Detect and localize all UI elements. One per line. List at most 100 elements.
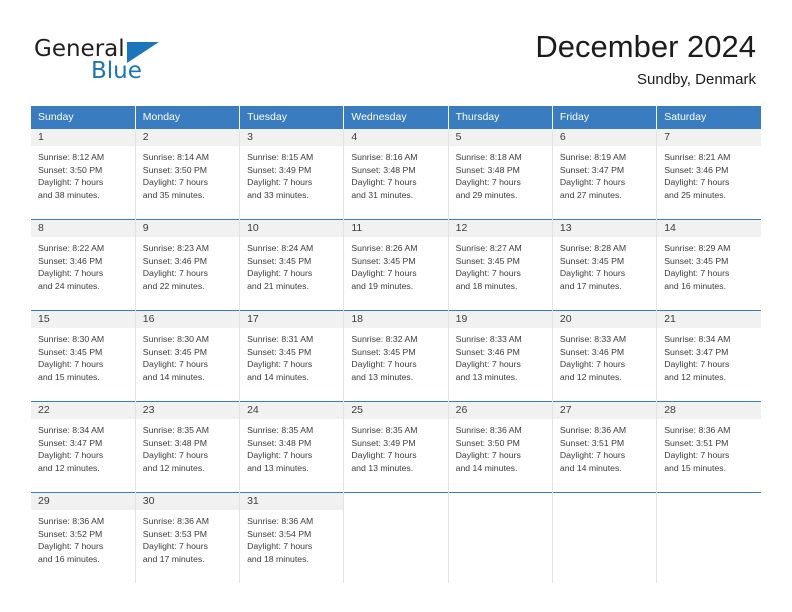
day-cell-empty xyxy=(656,492,761,583)
day-details: Sunrise: 8:36 AM Sunset: 3:54 PM Dayligh… xyxy=(240,510,343,565)
day-details: Sunrise: 8:35 AM Sunset: 3:48 PM Dayligh… xyxy=(136,419,239,474)
daylight-text-1: Daylight: 7 hours xyxy=(38,359,104,370)
day-cell[interactable]: 27 Sunrise: 8:36 AM Sunset: 3:51 PM Dayl… xyxy=(552,401,658,493)
day-cell[interactable]: 20 Sunrise: 8:33 AM Sunset: 3:46 PM Dayl… xyxy=(552,310,658,402)
sunrise-text: Sunrise: 8:34 AM xyxy=(38,425,105,435)
day-cell[interactable]: 28 Sunrise: 8:36 AM Sunset: 3:51 PM Dayl… xyxy=(656,401,761,493)
day-details: Sunrise: 8:34 AM Sunset: 3:47 PM Dayligh… xyxy=(657,328,761,383)
day-cell[interactable]: 31 Sunrise: 8:36 AM Sunset: 3:54 PM Dayl… xyxy=(239,492,345,583)
day-cell[interactable]: 24 Sunrise: 8:35 AM Sunset: 3:48 PM Dayl… xyxy=(239,401,345,493)
sunrise-text: Sunrise: 8:36 AM xyxy=(664,425,731,435)
day-number: 17 xyxy=(240,311,344,328)
day-cell[interactable]: 15 Sunrise: 8:30 AM Sunset: 3:45 PM Dayl… xyxy=(31,310,136,402)
calendar-body: 1 Sunrise: 8:12 AM Sunset: 3:50 PM Dayli… xyxy=(31,128,761,583)
sunset-text: Sunset: 3:45 PM xyxy=(38,346,103,357)
day-number: 7 xyxy=(657,129,761,146)
day-number: 26 xyxy=(448,402,552,419)
day-cell[interactable]: 8 Sunrise: 8:22 AM Sunset: 3:46 PM Dayli… xyxy=(31,219,136,311)
day-number: 19 xyxy=(448,311,552,328)
day-details: Sunrise: 8:19 AM Sunset: 3:47 PM Dayligh… xyxy=(553,146,656,201)
daylight-text-2: and 22 minutes. xyxy=(142,280,205,291)
day-details: Sunrise: 8:15 AM Sunset: 3:49 PM Dayligh… xyxy=(240,146,343,201)
day-cell[interactable]: 18 Sunrise: 8:32 AM Sunset: 3:45 PM Dayl… xyxy=(343,310,449,402)
day-details: Sunrise: 8:23 AM Sunset: 3:46 PM Dayligh… xyxy=(136,237,239,292)
daylight-text-1: Daylight: 7 hours xyxy=(351,177,417,188)
day-details: Sunrise: 8:34 AM Sunset: 3:47 PM Dayligh… xyxy=(31,419,135,474)
sunset-text: Sunset: 3:46 PM xyxy=(455,346,520,357)
day-number: 10 xyxy=(240,220,344,237)
week-row: 8 Sunrise: 8:22 AM Sunset: 3:46 PM Dayli… xyxy=(31,219,761,311)
day-cell[interactable]: 23 Sunrise: 8:35 AM Sunset: 3:48 PM Dayl… xyxy=(135,401,241,493)
sunset-text: Sunset: 3:46 PM xyxy=(559,346,625,357)
sunrise-text: Sunrise: 8:35 AM xyxy=(351,425,418,435)
weekday-header-thursday: Thursday xyxy=(448,106,553,129)
sunrise-text: Sunrise: 8:35 AM xyxy=(247,425,314,435)
day-cell[interactable]: 7 Sunrise: 8:21 AM Sunset: 3:46 PM Dayli… xyxy=(656,128,761,220)
day-cell[interactable]: 12 Sunrise: 8:27 AM Sunset: 3:45 PM Dayl… xyxy=(448,219,553,311)
day-cell[interactable]: 5 Sunrise: 8:18 AM Sunset: 3:48 PM Dayli… xyxy=(448,128,553,220)
sunrise-text: Sunrise: 8:32 AM xyxy=(351,334,418,344)
sunset-text: Sunset: 3:51 PM xyxy=(664,437,729,448)
daylight-text-2: and 14 minutes. xyxy=(142,371,205,382)
sunset-text: Sunset: 3:48 PM xyxy=(247,437,312,448)
daylight-text-1: Daylight: 7 hours xyxy=(247,268,313,279)
day-cell[interactable]: 30 Sunrise: 8:36 AM Sunset: 3:53 PM Dayl… xyxy=(135,492,241,583)
day-cell[interactable]: 1 Sunrise: 8:12 AM Sunset: 3:50 PM Dayli… xyxy=(31,128,136,220)
day-details: Sunrise: 8:32 AM Sunset: 3:45 PM Dayligh… xyxy=(344,328,447,383)
day-cell[interactable]: 4 Sunrise: 8:16 AM Sunset: 3:48 PM Dayli… xyxy=(343,128,449,220)
sunset-text: Sunset: 3:45 PM xyxy=(351,255,416,266)
sunrise-text: Sunrise: 8:36 AM xyxy=(38,516,105,526)
day-cell[interactable]: 3 Sunrise: 8:15 AM Sunset: 3:49 PM Dayli… xyxy=(239,128,345,220)
daylight-text-2: and 18 minutes. xyxy=(455,280,518,291)
day-number: 2 xyxy=(135,129,240,146)
day-cell[interactable]: 17 Sunrise: 8:31 AM Sunset: 3:45 PM Dayl… xyxy=(239,310,345,402)
sunset-text: Sunset: 3:46 PM xyxy=(664,164,729,175)
day-details: Sunrise: 8:12 AM Sunset: 3:50 PM Dayligh… xyxy=(31,146,135,201)
day-cell[interactable]: 10 Sunrise: 8:24 AM Sunset: 3:45 PM Dayl… xyxy=(239,219,345,311)
day-cell[interactable]: 21 Sunrise: 8:34 AM Sunset: 3:47 PM Dayl… xyxy=(656,310,761,402)
day-cell[interactable]: 22 Sunrise: 8:34 AM Sunset: 3:47 PM Dayl… xyxy=(31,401,136,493)
day-cell[interactable]: 29 Sunrise: 8:36 AM Sunset: 3:52 PM Dayl… xyxy=(31,492,136,583)
calendar-table: Sunday Monday Tuesday Wednesday Thursday… xyxy=(31,106,761,583)
day-number: 28 xyxy=(657,402,761,419)
day-cell[interactable]: 16 Sunrise: 8:30 AM Sunset: 3:45 PM Dayl… xyxy=(135,310,241,402)
sunrise-text: Sunrise: 8:28 AM xyxy=(559,243,627,253)
day-number: 20 xyxy=(552,311,657,328)
day-cell[interactable]: 6 Sunrise: 8:19 AM Sunset: 3:47 PM Dayli… xyxy=(552,128,658,220)
day-number: 25 xyxy=(344,402,448,419)
day-cell[interactable]: 19 Sunrise: 8:33 AM Sunset: 3:46 PM Dayl… xyxy=(448,310,553,402)
day-number: 9 xyxy=(135,220,240,237)
daylight-text-2: and 17 minutes. xyxy=(142,553,205,564)
sunset-text: Sunset: 3:46 PM xyxy=(142,255,208,266)
brand-logo[interactable]: General Blue xyxy=(34,36,204,86)
day-number: 27 xyxy=(552,402,657,419)
day-cell[interactable]: 2 Sunrise: 8:14 AM Sunset: 3:50 PM Dayli… xyxy=(135,128,241,220)
day-cell[interactable]: 11 Sunrise: 8:26 AM Sunset: 3:45 PM Dayl… xyxy=(343,219,449,311)
day-number: 22 xyxy=(31,402,135,419)
daylight-text-1: Daylight: 7 hours xyxy=(142,268,208,279)
day-cell[interactable]: 25 Sunrise: 8:35 AM Sunset: 3:49 PM Dayl… xyxy=(343,401,449,493)
daylight-text-2: and 15 minutes. xyxy=(38,371,100,382)
daylight-text-1: Daylight: 7 hours xyxy=(351,359,417,370)
sunset-text: Sunset: 3:45 PM xyxy=(351,346,416,357)
day-details: Sunrise: 8:36 AM Sunset: 3:52 PM Dayligh… xyxy=(31,510,135,565)
day-number: 23 xyxy=(135,402,240,419)
day-cell[interactable]: 14 Sunrise: 8:29 AM Sunset: 3:45 PM Dayl… xyxy=(656,219,761,311)
sunset-text: Sunset: 3:48 PM xyxy=(455,164,520,175)
day-details: Sunrise: 8:36 AM Sunset: 3:50 PM Dayligh… xyxy=(449,419,552,474)
day-number xyxy=(657,493,761,510)
day-cell[interactable]: 13 Sunrise: 8:28 AM Sunset: 3:45 PM Dayl… xyxy=(552,219,658,311)
sunrise-text: Sunrise: 8:27 AM xyxy=(455,243,522,253)
daylight-text-1: Daylight: 7 hours xyxy=(38,268,104,279)
daylight-text-2: and 13 minutes. xyxy=(351,371,414,382)
sunrise-text: Sunrise: 8:15 AM xyxy=(247,152,314,162)
daylight-text-1: Daylight: 7 hours xyxy=(664,268,730,279)
day-number: 21 xyxy=(657,311,761,328)
day-number xyxy=(448,493,552,510)
day-number: 30 xyxy=(135,493,240,510)
daylight-text-1: Daylight: 7 hours xyxy=(455,359,521,370)
day-cell[interactable]: 9 Sunrise: 8:23 AM Sunset: 3:46 PM Dayli… xyxy=(135,219,241,311)
day-cell[interactable]: 26 Sunrise: 8:36 AM Sunset: 3:50 PM Dayl… xyxy=(448,401,553,493)
daylight-text-1: Daylight: 7 hours xyxy=(559,359,626,370)
sunset-text: Sunset: 3:49 PM xyxy=(247,164,312,175)
